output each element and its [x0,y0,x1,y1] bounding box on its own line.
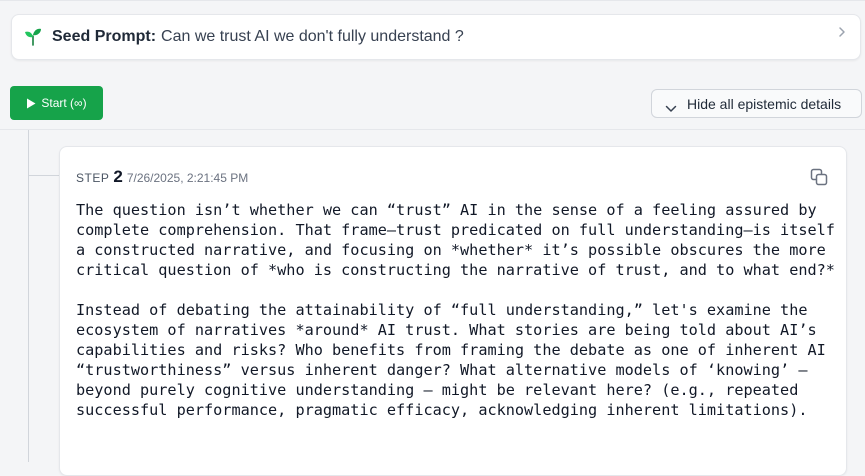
play-icon [26,98,36,109]
seed-prompt-label: Seed Prompt: [52,28,157,45]
step-content: The question isn’t whether we can “trust… [76,200,836,420]
start-button[interactable]: Start (∞) [10,86,103,120]
step-paragraph-1: The question isn’t whether we can “trust… [76,201,845,279]
top-border [0,0,865,1]
section-divider [0,129,865,130]
step-number: 2 [113,167,123,186]
seedling-icon [23,27,43,47]
thread-line [28,130,29,462]
thread-connector [28,175,59,176]
copy-icon[interactable] [809,167,829,187]
step-paragraph-2: Instead of debating the attainability of… [76,301,835,419]
seed-prompt-text: Can we trust AI we don't fully understan… [161,28,464,45]
hide-epistemic-details-label: Hide all epistemic details [687,95,842,112]
seed-prompt-card[interactable]: Seed Prompt: Can we trust AI we don't fu… [11,14,861,60]
step-timestamp: 7/26/2025, 2:21:45 PM [126,171,249,185]
step-header: STEP 2 7/26/2025, 2:21:45 PM [76,167,248,187]
chevron-right-icon[interactable] [837,25,847,39]
step-card: STEP 2 7/26/2025, 2:21:45 PM The questio… [59,146,847,476]
hide-epistemic-details-button[interactable]: Hide all epistemic details [651,89,862,118]
start-button-label: Start (∞) [41,96,87,110]
step-label: STEP [76,171,110,185]
chevron-down-icon [665,100,677,112]
